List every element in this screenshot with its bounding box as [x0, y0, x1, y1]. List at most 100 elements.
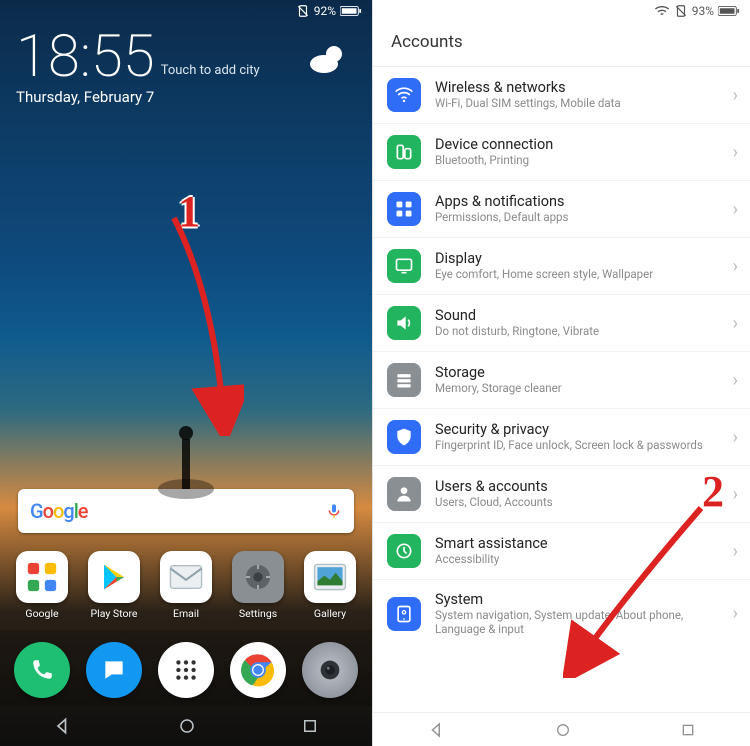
home-screen: 92% 18:55 Touch to add city Thursday, Fe… [0, 0, 372, 746]
google-folder-icon [25, 560, 59, 594]
chevron-right-icon: › [733, 313, 738, 334]
no-sim-icon [674, 4, 688, 18]
chrome-icon [241, 653, 275, 687]
wifi-status-icon [654, 5, 670, 17]
nav-bar [0, 706, 372, 746]
add-city-label[interactable]: Touch to add city [161, 63, 260, 78]
chevron-right-icon: › [733, 370, 738, 391]
dock-chrome[interactable] [224, 642, 292, 698]
wallpaper-figure [156, 379, 216, 499]
phone-icon [29, 657, 55, 683]
chevron-right-icon: › [733, 142, 738, 163]
settings-item-sound[interactable]: SoundDo not disturb, Ringtone, Vibrate › [373, 294, 750, 351]
annotation-2: 2 [702, 466, 724, 517]
settings-gear-icon [242, 561, 274, 593]
app-email[interactable]: Email [152, 551, 220, 620]
dock-camera[interactable] [296, 642, 364, 698]
nav-recents[interactable] [680, 722, 696, 738]
settings-item-subtitle: Bluetooth, Printing [435, 153, 719, 167]
settings-item-subtitle: System navigation, System update, About … [435, 608, 719, 637]
shield-icon [387, 420, 421, 454]
app-google[interactable]: Google [8, 551, 76, 620]
annotation-1: 1 [178, 186, 200, 237]
settings-item-display[interactable]: DisplayEye comfort, Home screen style, W… [373, 237, 750, 294]
nav-back[interactable] [428, 721, 446, 739]
system-icon [387, 597, 421, 631]
settings-item-title: System [435, 591, 719, 608]
settings-item-shield[interactable]: Security & privacyFingerprint ID, Face u… [373, 408, 750, 465]
settings-item-title: Users & accounts [435, 478, 719, 495]
settings-item-subtitle: Memory, Storage cleaner [435, 381, 719, 395]
battery-percent: 93% [692, 4, 714, 18]
settings-item-link[interactable]: Device connectionBluetooth, Printing › [373, 123, 750, 180]
app-play-store[interactable]: Play Store [80, 551, 148, 620]
section-title: Accounts [373, 22, 750, 66]
app-drawer-icon [173, 657, 199, 683]
settings-item-subtitle: Eye comfort, Home screen style, Wallpape… [435, 267, 719, 281]
nav-home[interactable] [555, 722, 571, 738]
settings-item-title: Display [435, 250, 719, 267]
link-icon [387, 135, 421, 169]
settings-item-subtitle: Users, Cloud, Accounts [435, 495, 719, 509]
settings-item-system[interactable]: SystemSystem navigation, System update, … [373, 579, 750, 648]
display-icon [387, 249, 421, 283]
settings-screen: 93% Accounts Wireless & networksWi-Fi, D… [372, 0, 750, 746]
status-bar: 92% [0, 0, 372, 22]
settings-item-title: Wireless & networks [435, 79, 719, 96]
chat-icon [101, 657, 127, 683]
settings-item-wifi[interactable]: Wireless & networksWi-Fi, Dual SIM setti… [373, 67, 750, 123]
clock-time: 18:55 [16, 28, 155, 86]
play-store-icon [99, 562, 129, 592]
nav-bar [373, 712, 750, 746]
settings-item-apps[interactable]: Apps & notificationsPermissions, Default… [373, 180, 750, 237]
app-gallery[interactable]: Gallery [296, 551, 364, 620]
settings-item-storage[interactable]: StorageMemory, Storage cleaner › [373, 351, 750, 408]
settings-item-subtitle: Accessibility [435, 552, 719, 566]
apps-icon [387, 192, 421, 226]
dock-app-drawer[interactable] [152, 642, 220, 698]
settings-item-smart[interactable]: Smart assistanceAccessibility › [373, 522, 750, 579]
dock-phone[interactable] [8, 642, 76, 698]
wifi-icon [387, 78, 421, 112]
battery-percent: 92% [314, 4, 336, 18]
mic-icon[interactable] [326, 500, 342, 522]
chevron-right-icon: › [733, 427, 738, 448]
email-icon [169, 564, 203, 590]
settings-item-title: Storage [435, 364, 719, 381]
date: Thursday, February 7 [16, 88, 356, 106]
storage-icon [387, 363, 421, 397]
settings-item-title: Device connection [435, 136, 719, 153]
chevron-right-icon: › [733, 85, 738, 106]
nav-back[interactable] [53, 716, 73, 736]
settings-list[interactable]: Wireless & networksWi-Fi, Dual SIM setti… [373, 66, 750, 712]
weather-icon[interactable] [306, 40, 350, 84]
battery-icon [340, 5, 362, 17]
no-sim-icon [296, 4, 310, 18]
battery-icon [718, 5, 740, 17]
sound-icon [387, 306, 421, 340]
gallery-icon [313, 563, 347, 591]
settings-item-subtitle: Wi-Fi, Dual SIM settings, Mobile data [435, 96, 719, 110]
app-settings[interactable]: Settings [224, 551, 292, 620]
settings-item-title: Smart assistance [435, 535, 719, 552]
smart-icon [387, 534, 421, 568]
chevron-right-icon: › [733, 199, 738, 220]
chevron-right-icon: › [733, 603, 738, 624]
google-logo: Google [30, 499, 88, 523]
dock [0, 630, 372, 706]
settings-item-subtitle: Permissions, Default apps [435, 210, 719, 224]
nav-recents[interactable] [301, 717, 319, 735]
dock-messages[interactable] [80, 642, 148, 698]
settings-item-subtitle: Do not disturb, Ringtone, Vibrate [435, 324, 719, 338]
chevron-right-icon: › [733, 541, 738, 562]
settings-item-title: Security & privacy [435, 421, 719, 438]
camera-icon [316, 656, 344, 684]
nav-home[interactable] [178, 717, 196, 735]
chevron-right-icon: › [733, 256, 738, 277]
settings-item-title: Apps & notifications [435, 193, 719, 210]
settings-item-title: Sound [435, 307, 719, 324]
user-icon [387, 477, 421, 511]
settings-item-user[interactable]: Users & accountsUsers, Cloud, Accounts› [373, 465, 750, 522]
status-bar: 93% [373, 0, 750, 22]
settings-item-subtitle: Fingerprint ID, Face unlock, Screen lock… [435, 438, 719, 452]
